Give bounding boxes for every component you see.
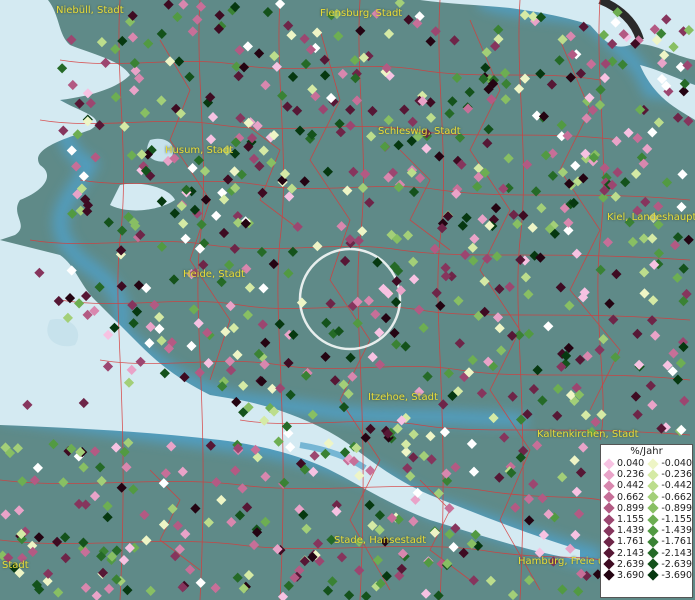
legend-label: 2.639 [617, 558, 645, 570]
city-label-husum: Husum, Stadt [165, 145, 234, 156]
legend-negative-row: -0.662 [646, 491, 692, 503]
legend-swatch [603, 491, 615, 503]
legend-negative-column: -0.040 -0.236 -0.442 -0.662 -0.899 -1.155 -1.4… [646, 457, 692, 582]
legend-swatch [603, 480, 615, 492]
city-label-kaltenkirchen: Kaltenkirchen, Stadt [537, 429, 639, 440]
legend-label: -0.662 [661, 491, 692, 503]
legend: %/Jahr 0.040 0.236 0.442 0.662 0.899 1.155 1.4… [600, 444, 693, 598]
legend-positive-row: 1.439 [601, 525, 646, 537]
legend-swatch [603, 469, 615, 481]
legend-negative-row: -2.143 [646, 547, 692, 559]
legend-swatch [647, 569, 660, 582]
legend-label: 0.442 [617, 480, 645, 492]
legend-negative-row: -0.899 [646, 502, 692, 515]
legend-swatch [603, 525, 615, 537]
legend-label: -0.040 [661, 458, 692, 470]
legend-swatch [603, 558, 615, 570]
legend-label: 0.899 [617, 502, 645, 514]
legend-label: 1.439 [617, 525, 645, 537]
legend-swatch [647, 547, 660, 559]
legend-label: -2.639 [661, 558, 692, 570]
legend-label: 0.040 [617, 458, 645, 470]
city-label-stadt: Stadt [2, 560, 29, 571]
legend-label: -1.155 [661, 514, 692, 526]
legend-label: -1.761 [661, 536, 692, 548]
city-label-heide: Heide, Stadt [183, 269, 245, 280]
legend-positive-row: 0.442 [601, 480, 646, 492]
legend-label: 1.761 [617, 536, 645, 548]
legend-label: -3.690 [661, 569, 692, 581]
legend-label: -1.439 [661, 525, 692, 537]
legend-label: -0.442 [661, 480, 692, 492]
legend-swatch [603, 536, 615, 548]
legend-swatch [603, 513, 615, 526]
legend-label: -0.899 [661, 502, 692, 514]
legend-label: 3.690 [617, 569, 645, 581]
legend-label: 0.236 [617, 469, 645, 481]
legend-positive-row: 1.761 [601, 536, 646, 548]
legend-swatch [647, 536, 660, 548]
legend-swatch [603, 547, 615, 559]
legend-swatch [647, 491, 660, 503]
legend-swatch [647, 502, 660, 515]
city-label-itzehoe: Itzehoe, Stadt [368, 392, 438, 403]
legend-positive-column: 0.040 0.236 0.442 0.662 0.899 1.155 1.439 1.761… [601, 457, 646, 582]
legend-label: 2.143 [617, 547, 645, 559]
legend-swatch [647, 558, 660, 570]
legend-label: 0.662 [617, 491, 645, 503]
legend-swatch [603, 457, 615, 470]
base-map[interactable] [0, 0, 695, 600]
legend-negative-row: -1.155 [646, 513, 692, 526]
legend-positive-row: 0.040 [601, 457, 646, 470]
legend-swatch [647, 525, 660, 537]
legend-positive-row: 0.662 [601, 491, 646, 503]
legend-label: -0.236 [661, 469, 692, 481]
legend-positive-row: 0.899 [601, 502, 646, 515]
map-view[interactable]: Niebüll, Stadt Flensburg, Stadt Schleswi… [0, 0, 695, 600]
legend-negative-row: -0.040 [646, 457, 692, 470]
legend-swatch [603, 502, 615, 515]
legend-negative-row: -2.639 [646, 558, 692, 570]
legend-swatch [647, 480, 660, 492]
city-label-schleswig: Schleswig, Stadt [378, 126, 461, 137]
legend-swatch [603, 569, 615, 582]
legend-positive-row: 3.690 [601, 569, 646, 582]
legend-positive-row: 2.143 [601, 547, 646, 559]
legend-label: 1.155 [617, 514, 645, 526]
legend-swatch [647, 513, 660, 526]
legend-title: %/Jahr [630, 446, 663, 457]
legend-swatch [647, 457, 660, 470]
legend-negative-row: -0.442 [646, 480, 692, 492]
legend-positive-row: 1.155 [601, 513, 646, 526]
legend-positive-row: 2.639 [601, 558, 646, 570]
legend-negative-row: -1.761 [646, 536, 692, 548]
legend-negative-row: -3.690 [646, 569, 692, 582]
legend-label: -2.143 [661, 547, 692, 559]
city-label-stade: Stade, Hansestadt [334, 535, 427, 546]
city-label-flensburg: Flensburg, Stadt [320, 8, 403, 19]
legend-swatch [647, 469, 660, 481]
city-label-kiel: Kiel, Landeshauptstadt [607, 212, 695, 223]
legend-positive-row: 0.236 [601, 469, 646, 481]
city-label-niebuell: Niebüll, Stadt [56, 5, 124, 16]
legend-negative-row: -0.236 [646, 469, 692, 481]
legend-negative-row: -1.439 [646, 525, 692, 537]
